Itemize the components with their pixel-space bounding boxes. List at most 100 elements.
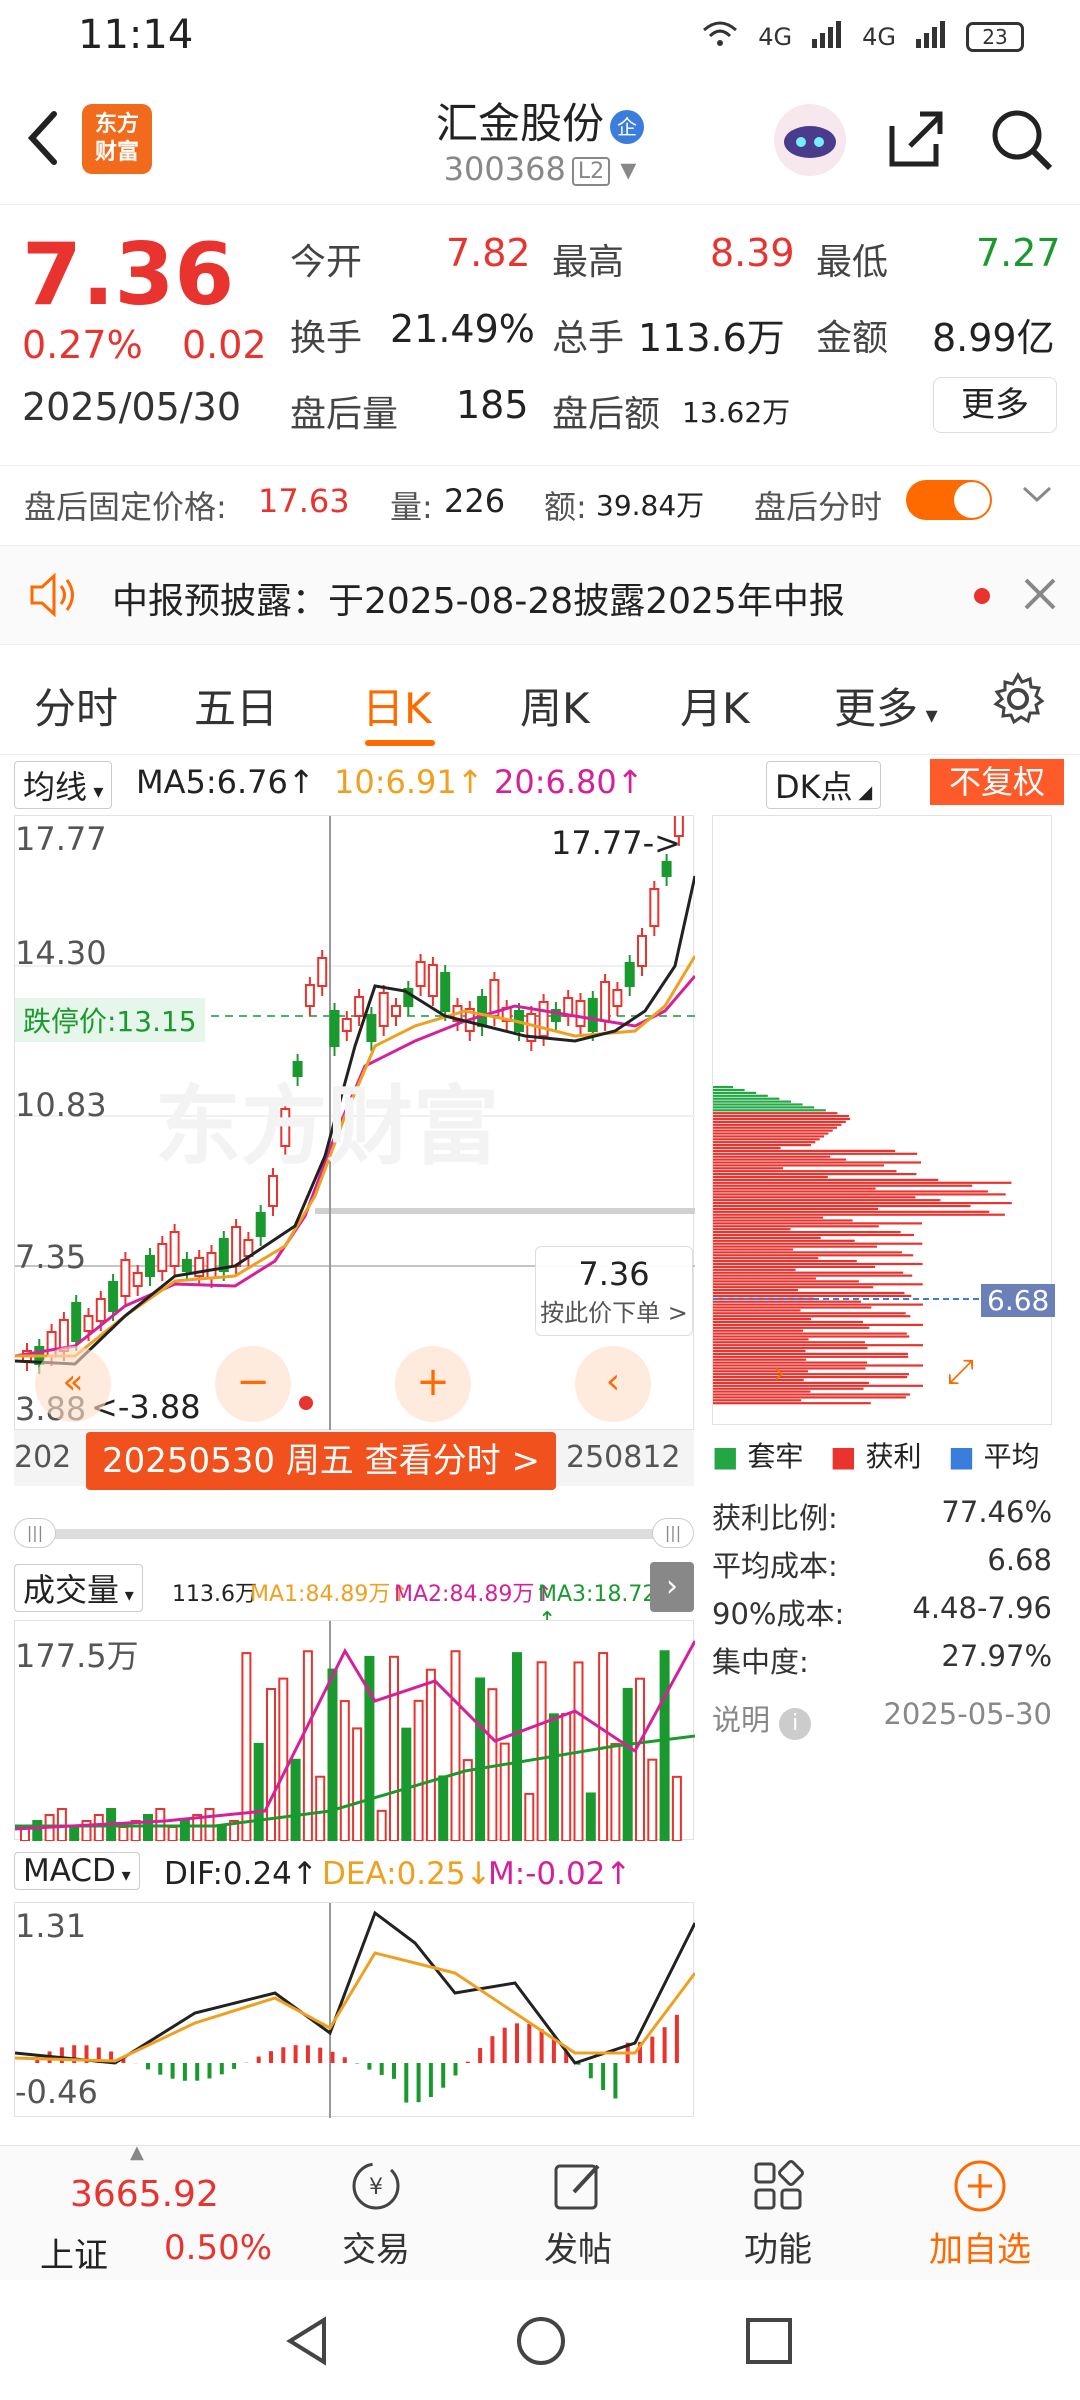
index-ticker[interactable]: ▲ 3665.92 上证 0.50%	[0, 2142, 300, 2281]
chip-bar	[713, 1164, 884, 1167]
macd-bar	[330, 2051, 335, 2063]
grid-icon	[754, 2160, 804, 2210]
nav-functions[interactable]: 功能	[708, 2156, 848, 2271]
nav-trade[interactable]: ¥ 交易	[306, 2156, 446, 2271]
search-icon[interactable]	[990, 108, 1054, 176]
chip-bar	[713, 1332, 907, 1335]
macd-y-bottom: -0.46	[15, 2073, 98, 2111]
fixed-qty-value: 226	[444, 482, 506, 520]
chevron-right-icon[interactable]: ›	[773, 1356, 785, 1391]
more-button[interactable]: 更多	[933, 377, 1057, 433]
system-recents-icon[interactable]	[744, 2316, 794, 2370]
tab-daily-k[interactable]: 日K	[362, 675, 432, 736]
chip-bar	[713, 1326, 870, 1329]
macd-bar	[256, 2056, 261, 2063]
afterhours-toggle[interactable]	[906, 480, 992, 520]
notice-bar[interactable]: 中报预披露：于2025-08-28披露2025年中报	[0, 545, 1080, 645]
chip-bar	[713, 1161, 922, 1164]
chip-bar	[713, 1265, 876, 1268]
volume-bar	[524, 1792, 535, 1842]
tab-monthly-k[interactable]: 月K	[680, 675, 750, 736]
zoom-in-icon[interactable]: +	[395, 1346, 471, 1422]
chip-bar	[713, 1178, 939, 1181]
period-tabs: 分时 五日 日K 周K 月K 更多 ▾	[0, 645, 1080, 755]
macd-bar	[441, 2063, 446, 2088]
chevron-down-icon[interactable]	[1020, 480, 1054, 518]
chip-bar	[713, 1231, 901, 1234]
volume-bar	[425, 1668, 436, 1843]
chip-stat-row: 集中度: 27.97%	[712, 1639, 1052, 1679]
range-handle-right[interactable]: |||	[652, 1518, 694, 1548]
chip-bar	[713, 1187, 876, 1190]
chip-bar	[713, 1361, 867, 1364]
macd-bar	[379, 2063, 384, 2075]
macd-bar	[650, 2036, 655, 2063]
legend-average: 平均	[983, 1440, 1040, 1473]
chip-bar	[713, 1358, 807, 1361]
chip-bar	[713, 1216, 824, 1219]
volume-bar	[635, 1677, 645, 1842]
kline-chart[interactable]: 17.77 14.30 10.83 7.35 3.88 17.77-> <-3.…	[14, 807, 697, 1431]
candle	[157, 1243, 168, 1272]
tab-timeshare[interactable]: 分时	[34, 675, 118, 736]
dk-selector[interactable]: DK点 ◢	[766, 761, 882, 809]
chip-bar	[713, 1390, 811, 1393]
chip-svg	[713, 1086, 1053, 1405]
close-icon[interactable]	[1022, 576, 1058, 616]
volume-bar	[327, 1668, 338, 1842]
macd-bar	[367, 2063, 372, 2070]
tab-more[interactable]: 更多 ▾	[834, 675, 938, 736]
afterhours-amount-value: 13.62万	[682, 396, 791, 429]
high-value: 8.39	[710, 231, 795, 275]
zoom-out-icon[interactable]: −	[215, 1346, 291, 1422]
assistant-avatar-icon[interactable]	[772, 102, 848, 182]
chip-bar	[713, 1274, 913, 1277]
fuquan-button[interactable]: 不复权	[930, 759, 1064, 805]
tab-five-day[interactable]: 五日	[194, 675, 278, 736]
view-timeshare-popup[interactable]: 20250530 周五 查看分时 >	[86, 1432, 556, 1490]
chip-bar	[713, 1112, 838, 1115]
chip-bar	[713, 1289, 799, 1292]
info-icon[interactable]: i	[779, 1708, 812, 1740]
quote-panel: 7.36 0.27% 0.02 2025/05/30 今开 7.82 最高 8.…	[0, 205, 1080, 455]
macd-selector[interactable]: MACD ▾	[14, 1852, 140, 1890]
tab-weekly-k[interactable]: 周K	[520, 675, 590, 736]
y-label: 10.83	[15, 1086, 107, 1124]
chip-bar	[713, 1170, 897, 1173]
high-label: 最高	[552, 242, 625, 283]
chip-bar	[713, 1228, 791, 1231]
chip-bar	[713, 1373, 910, 1376]
candle	[145, 1255, 155, 1277]
system-back-icon[interactable]	[282, 2314, 332, 2372]
chip-bar	[713, 1367, 866, 1370]
candle	[206, 1252, 217, 1279]
candle	[649, 888, 660, 927]
chevron-right-icon[interactable]: ›	[650, 1562, 694, 1612]
system-home-icon[interactable]	[514, 2314, 568, 2372]
volume-selector[interactable]: 成交量 ▾	[14, 1564, 143, 1612]
expand-icon[interactable]: ⤢	[947, 1352, 974, 1392]
chip-bar	[713, 1086, 733, 1089]
nav-add-watchlist[interactable]: 加自选	[910, 2156, 1050, 2271]
nav-post[interactable]: 发帖	[508, 2156, 648, 2271]
signal-icon	[914, 19, 948, 55]
chip-bar	[713, 1318, 812, 1321]
open-value: 7.82	[446, 231, 531, 275]
range-handle-left[interactable]: |||	[14, 1518, 56, 1548]
volume-bar	[475, 1677, 486, 1843]
scroll-left-fast-icon[interactable]: «	[35, 1346, 111, 1422]
ma-selector[interactable]: 均线 ▾	[14, 761, 113, 809]
chip-bar	[713, 1309, 801, 1312]
svg-text:¥: ¥	[369, 2175, 383, 2200]
gear-icon[interactable]	[990, 671, 1046, 731]
chip-bar	[713, 1344, 923, 1347]
fixed-price-value: 17.63	[258, 482, 350, 520]
macd-bar	[269, 2051, 273, 2063]
price-order-popup[interactable]: 7.36 按此价下单 >	[535, 1246, 693, 1336]
range-scrollbar[interactable]: ||| |||	[14, 1518, 694, 1548]
scroll-left-icon[interactable]: ‹	[575, 1346, 651, 1422]
chip-bar	[713, 1091, 757, 1094]
chip-bar	[713, 1271, 904, 1274]
share-icon[interactable]	[884, 108, 946, 174]
chip-bar	[713, 1100, 791, 1103]
